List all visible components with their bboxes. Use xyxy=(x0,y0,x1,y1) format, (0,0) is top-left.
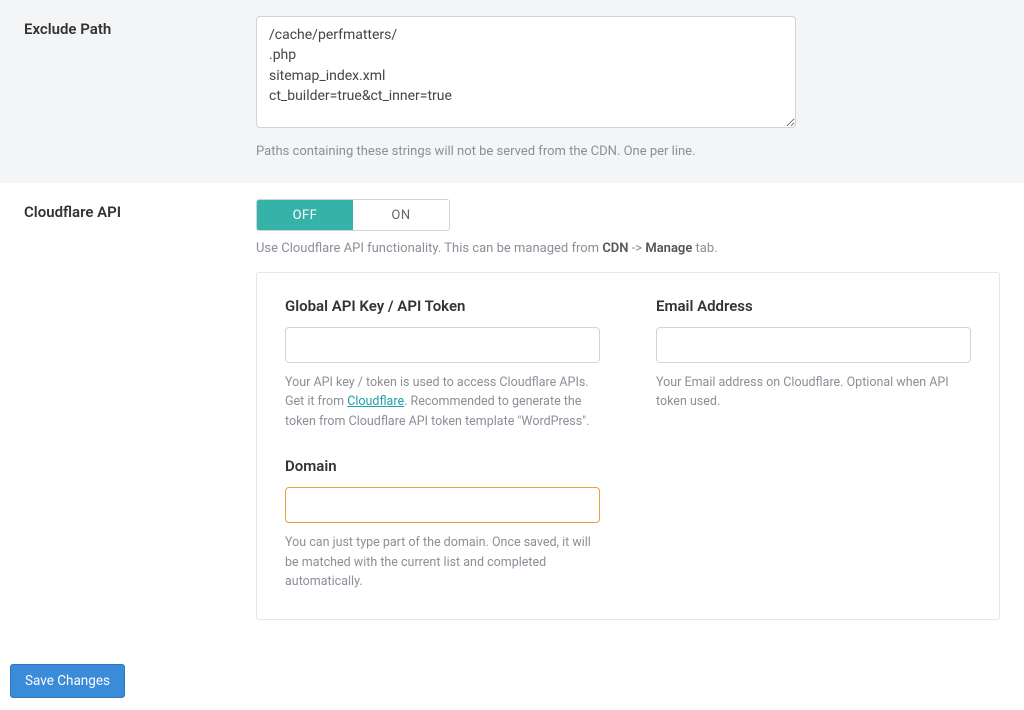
exclude-path-help: Paths containing these strings will not … xyxy=(256,144,1000,159)
cloudflare-toggle-off[interactable]: OFF xyxy=(257,200,353,230)
api-key-help: Your API key / token is used to access C… xyxy=(285,373,600,431)
email-input[interactable] xyxy=(656,327,971,363)
cloudflare-help-pre: Use Cloudflare API functionality. This c… xyxy=(256,241,602,256)
cloudflare-section: Cloudflare API OFF ON Use Cloudflare API… xyxy=(0,183,1024,644)
email-label: Email Address xyxy=(656,297,971,315)
cloudflare-toggle-on[interactable]: ON xyxy=(353,200,449,230)
email-help: Your Email address on Cloudflare. Option… xyxy=(656,373,971,412)
exclude-path-label: Exclude Path xyxy=(24,20,256,38)
cloudflare-help-b2: Manage xyxy=(645,241,692,256)
cloudflare-help-arrow: -> xyxy=(628,241,645,256)
cloudflare-label-wrap: Cloudflare API xyxy=(24,199,256,620)
api-key-input[interactable] xyxy=(285,327,600,363)
cloudflare-help: Use Cloudflare API functionality. This c… xyxy=(256,241,1000,256)
domain-label: Domain xyxy=(285,457,600,475)
exclude-path-textarea[interactable] xyxy=(256,16,796,128)
cloudflare-panel: Global API Key / API Token Your API key … xyxy=(256,272,1000,620)
save-button[interactable]: Save Changes xyxy=(10,664,125,698)
exclude-path-label-wrap: Exclude Path xyxy=(24,16,256,159)
domain-help: You can just type part of the domain. On… xyxy=(285,533,600,591)
cloudflare-content: OFF ON Use Cloudflare API functionality.… xyxy=(256,199,1000,620)
cloudflare-label: Cloudflare API xyxy=(24,203,256,221)
email-col: Email Address Your Email address on Clou… xyxy=(656,297,971,591)
exclude-path-content: Paths containing these strings will not … xyxy=(256,16,1000,159)
api-key-label: Global API Key / API Token xyxy=(285,297,600,315)
domain-block: Domain You can just type part of the dom… xyxy=(285,457,600,591)
save-row: Save Changes xyxy=(0,644,1024,710)
cloudflare-help-b1: CDN xyxy=(602,241,628,256)
cloudflare-link[interactable]: Cloudflare xyxy=(347,394,404,409)
cloudflare-panel-row: Global API Key / API Token Your API key … xyxy=(285,297,971,591)
cloudflare-toggle[interactable]: OFF ON xyxy=(256,199,450,231)
exclude-path-section: Exclude Path Paths containing these stri… xyxy=(0,0,1024,183)
cloudflare-help-post: tab. xyxy=(692,241,717,256)
domain-input[interactable] xyxy=(285,487,600,523)
api-key-col: Global API Key / API Token Your API key … xyxy=(285,297,600,591)
